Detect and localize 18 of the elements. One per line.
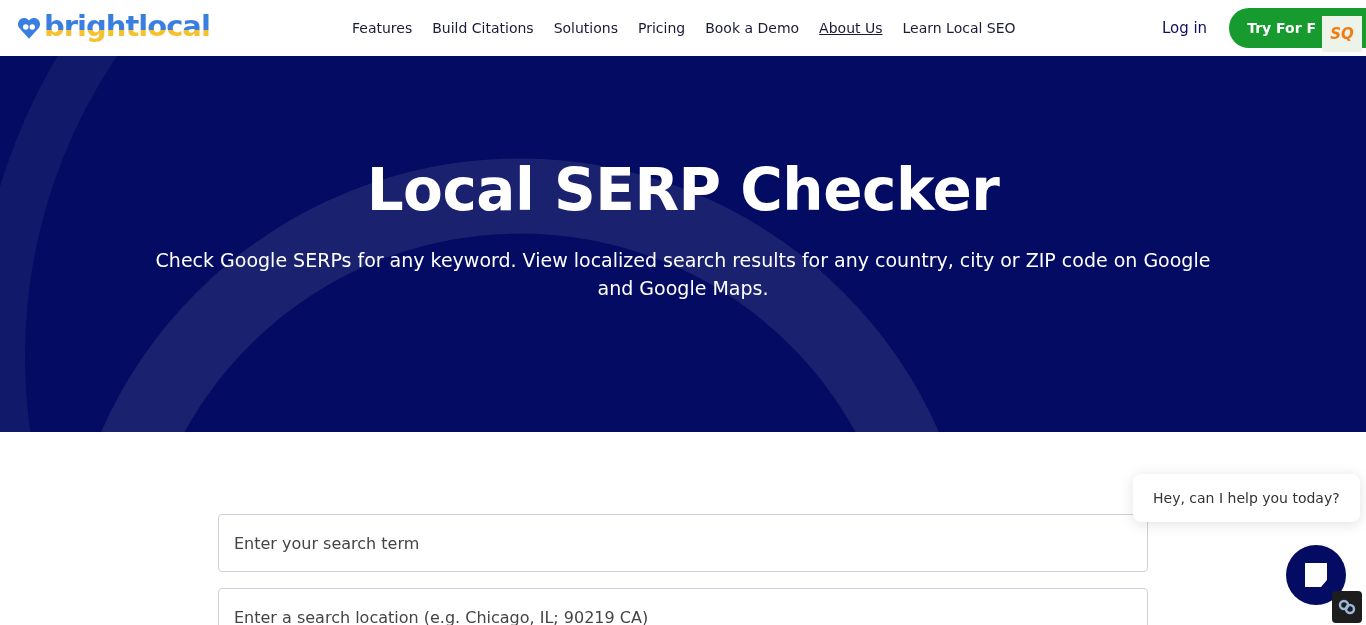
nav-link[interactable]: Book a Demo [705, 20, 800, 36]
brand-logo[interactable]: brightlocal [44, 11, 210, 45]
page-title: Local SERP Checker [366, 156, 1000, 224]
nav-link[interactable]: Features [352, 20, 413, 36]
extension-button[interactable] [1332, 591, 1362, 623]
nav-link[interactable]: About Us [819, 20, 883, 36]
nav-link[interactable]: Pricing [638, 20, 686, 36]
chat-message: Hey, can I help you today? [1133, 474, 1360, 522]
search-field[interactable]: Enter your search term [218, 514, 1148, 572]
nav-link[interactable]: Learn Local SEO [902, 20, 1016, 36]
chat-button[interactable] [1286, 545, 1346, 605]
page-subtitle: Check Google SERPs for any keyword. View localized search results for any country, city or ZIP code on Google and Google Maps. [154, 248, 1212, 301]
nav-link[interactable]: Build Citations [432, 20, 534, 36]
nav-link[interactable]: Solutions [553, 20, 618, 36]
link-icon [1338, 598, 1356, 616]
login-link[interactable]: Log in [1161, 19, 1208, 37]
location-heart-icon [16, 15, 42, 41]
search-field[interactable]: Enter a search location (e.g. Chicago, IL; 90219 CA) [218, 588, 1148, 625]
